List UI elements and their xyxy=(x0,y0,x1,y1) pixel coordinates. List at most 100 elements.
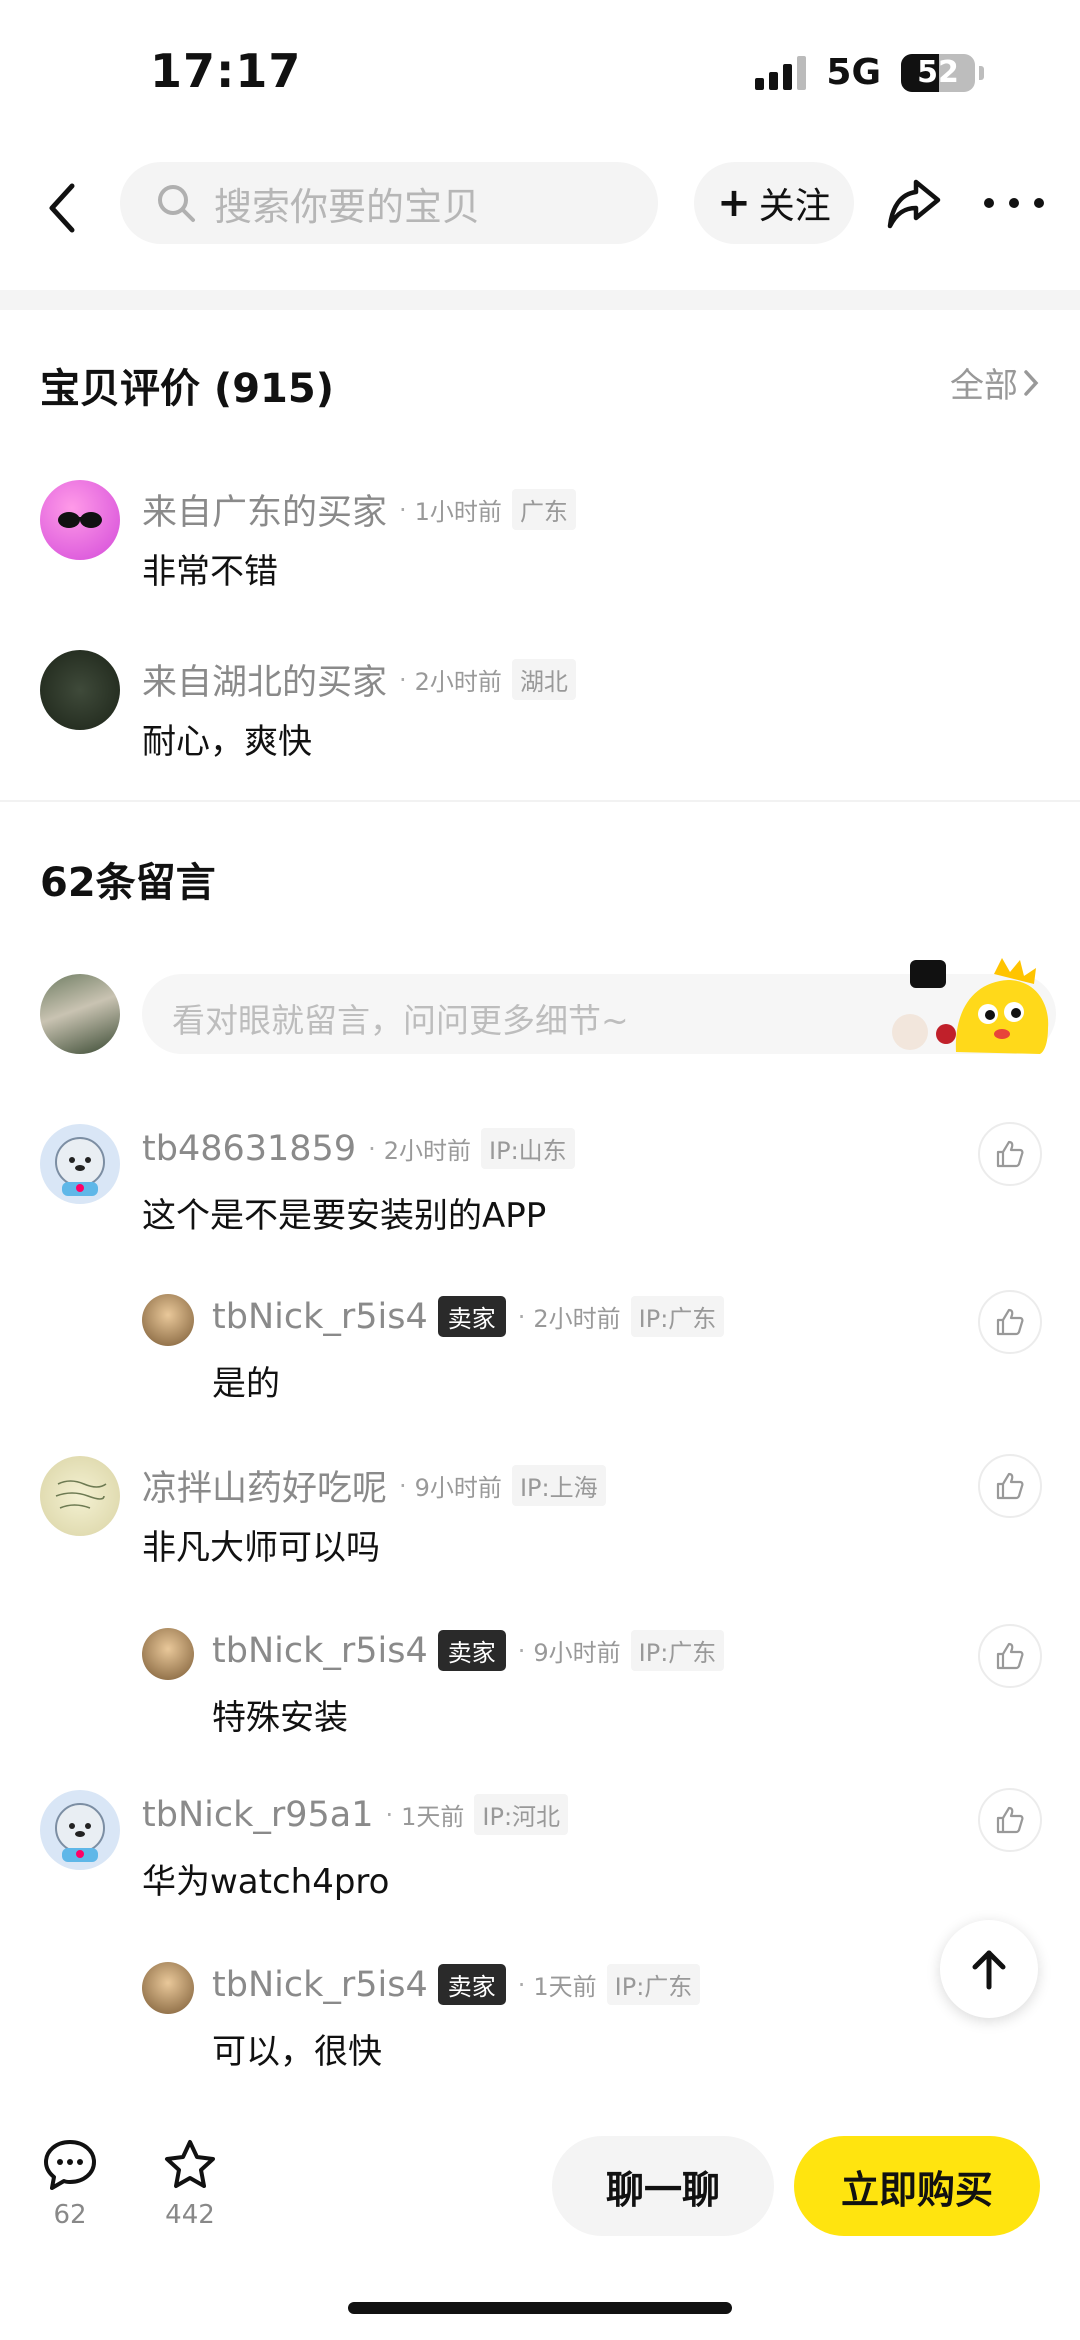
seller-badge: 卖家 xyxy=(437,1630,506,1671)
reply-text: 是的 xyxy=(212,1364,280,1404)
more-dot xyxy=(1034,198,1044,208)
follow-button[interactable]: + 关注 xyxy=(694,162,854,244)
seller-avatar[interactable] xyxy=(142,1294,194,1346)
review-time: 2小时前 xyxy=(414,668,502,696)
handwriting-avatar-icon xyxy=(55,1480,107,1509)
review-text: 耐心，爽快 xyxy=(142,722,312,762)
battery-level: 52 xyxy=(917,54,959,90)
buy-now-button[interactable]: 立即购买 xyxy=(794,2136,1040,2236)
status-bar: 17:17 5G 52 xyxy=(0,0,1080,150)
section-divider xyxy=(0,290,1080,310)
comments-title: 62条留言 xyxy=(40,860,216,906)
region-tag: 湖北 xyxy=(511,659,576,700)
all-reviews-label: 全部 xyxy=(950,366,1018,406)
reply-time: 2小时前 xyxy=(533,1305,621,1333)
ip-tag: IP:广东 xyxy=(630,1630,725,1671)
status-time: 17:17 xyxy=(150,44,302,98)
avatar[interactable] xyxy=(40,1124,120,1204)
search-icon xyxy=(158,185,195,222)
back-button[interactable] xyxy=(40,180,88,236)
reply-meta: tbNick_r5is4 卖家 · 9小时前 IP:广东 xyxy=(212,1630,725,1671)
reply-time: 1天前 xyxy=(533,1973,597,2001)
scroll-to-top-button[interactable] xyxy=(940,1920,1038,2018)
ip-tag: IP:广东 xyxy=(606,1964,701,2005)
arrow-up-icon xyxy=(972,1950,1006,1990)
comment-count: 62 xyxy=(53,2200,87,2230)
thumbs-up-icon xyxy=(996,1806,1024,1834)
separator-dot: · xyxy=(517,1970,526,1999)
comment-time: 2小时前 xyxy=(383,1137,472,1165)
comment-username[interactable]: 凉拌山药好吃呢 xyxy=(142,1460,387,1511)
separator-dot: · xyxy=(368,1134,376,1163)
comment-bubble-icon xyxy=(44,2140,96,2190)
reply-text: 特殊安装 xyxy=(212,1698,348,1738)
comment-text: 华为watch4pro xyxy=(142,1862,390,1902)
review-username[interactable]: 来自湖北的买家 xyxy=(142,654,387,705)
seller-badge: 卖家 xyxy=(437,1964,506,2005)
seller-avatar[interactable] xyxy=(142,1628,194,1680)
separator-dot: · xyxy=(385,1800,394,1829)
reviews-title: 宝贝评价 (915) xyxy=(40,366,334,412)
top-nav: 搜索你要的宝贝 + 关注 xyxy=(0,150,1080,290)
separator-dot: · xyxy=(399,495,407,524)
separator-dot: · xyxy=(517,1636,526,1665)
star-icon xyxy=(165,2140,215,2188)
review-meta: 来自广东的买家 · 1小时前 广东 xyxy=(142,484,576,535)
signal-icon xyxy=(755,55,807,90)
like-button[interactable] xyxy=(978,1788,1042,1852)
comment-meta: tb48631859 · 2小时前 IP:山东 xyxy=(142,1128,575,1169)
more-button[interactable] xyxy=(984,194,1044,212)
search-placeholder: 搜索你要的宝贝 xyxy=(214,184,481,229)
thumbs-up-icon xyxy=(996,1308,1024,1336)
reply-time: 9小时前 xyxy=(533,1639,621,1667)
thumbs-up-icon xyxy=(996,1140,1024,1168)
reply-username[interactable]: tbNick_r5is4 xyxy=(212,1297,428,1337)
review-time: 1小时前 xyxy=(414,498,502,526)
ip-tag: IP:河北 xyxy=(474,1794,569,1835)
avatar[interactable] xyxy=(40,480,120,560)
comment-meta: tbNick_r95a1 · 1天前 IP:河北 xyxy=(142,1794,569,1835)
separator-dot: · xyxy=(399,665,407,694)
like-button[interactable] xyxy=(978,1454,1042,1518)
seal-avatar-icon xyxy=(55,1137,105,1196)
share-button[interactable] xyxy=(886,174,942,232)
review-text: 非常不错 xyxy=(142,552,278,592)
avatar[interactable] xyxy=(40,1790,120,1870)
comment-username[interactable]: tb48631859 xyxy=(142,1129,356,1169)
comment-meta: 凉拌山药好吃呢 · 9小时前 IP:上海 xyxy=(142,1460,606,1511)
like-button[interactable] xyxy=(978,1122,1042,1186)
comment-tab[interactable]: 62 xyxy=(40,2138,100,2230)
comment-username[interactable]: tbNick_r95a1 xyxy=(142,1795,374,1835)
reply-meta: tbNick_r5is4 卖家 · 1天前 IP:广东 xyxy=(212,1964,701,2005)
review-username[interactable]: 来自广东的买家 xyxy=(142,484,387,535)
mascot-icon xyxy=(892,958,1049,1054)
follow-label: 关注 xyxy=(758,186,831,227)
network-label: 5G xyxy=(826,52,881,93)
thumbs-up-icon xyxy=(996,1472,1024,1500)
home-indicator xyxy=(348,2302,732,2314)
chevron-left-icon xyxy=(49,183,75,233)
reply-text: 可以，很快 xyxy=(212,2032,382,2072)
reply-username[interactable]: tbNick_r5is4 xyxy=(212,1965,428,2005)
more-dot xyxy=(1009,198,1019,208)
avatar[interactable] xyxy=(40,650,120,730)
search-input[interactable]: 搜索你要的宝贝 xyxy=(120,162,658,244)
separator-dot: · xyxy=(399,1471,407,1500)
favorite-tab[interactable]: 442 xyxy=(160,2138,220,2230)
reply-username[interactable]: tbNick_r5is4 xyxy=(212,1631,428,1671)
like-button[interactable] xyxy=(978,1290,1042,1354)
comment-input[interactable]: 看对眼就留言，问问更多细节~ xyxy=(142,958,1056,1054)
ip-tag: IP:广东 xyxy=(630,1296,725,1337)
share-icon xyxy=(887,179,941,229)
chevron-right-icon xyxy=(1024,369,1039,396)
seller-avatar[interactable] xyxy=(142,1962,194,2014)
reply-meta: tbNick_r5is4 卖家 · 2小时前 IP:广东 xyxy=(212,1296,725,1337)
battery-icon: 52 xyxy=(901,53,975,92)
avatar[interactable] xyxy=(40,1456,120,1536)
comment-text: 非凡大师可以吗 xyxy=(142,1528,380,1568)
chat-button[interactable]: 聊一聊 xyxy=(552,2136,774,2236)
separator-dot: · xyxy=(517,1302,526,1331)
comment-time: 9小时前 xyxy=(414,1474,502,1502)
all-reviews-link[interactable]: 全部 xyxy=(950,358,1040,407)
like-button[interactable] xyxy=(978,1624,1042,1688)
